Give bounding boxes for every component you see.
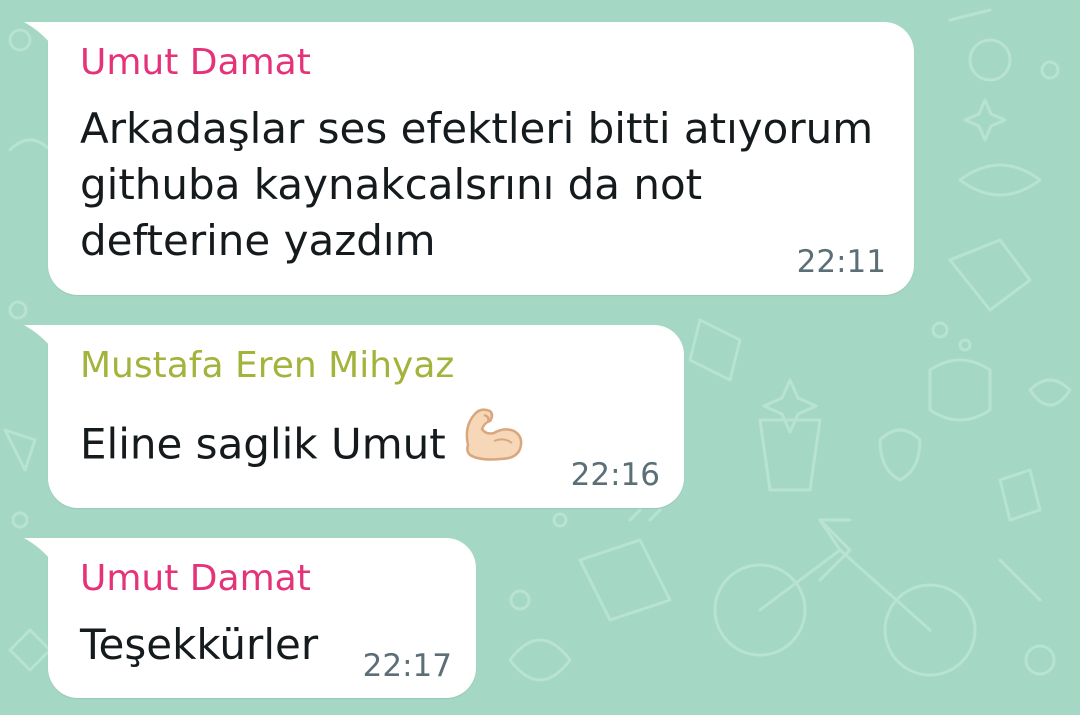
message-timestamp: 22:17	[362, 648, 452, 684]
sender-name[interactable]: Mustafa Eren Mihyaz	[80, 345, 454, 386]
message-text: Eline saglik Umut	[80, 408, 526, 479]
sender-name[interactable]: Umut Damat	[80, 558, 311, 599]
message-text: Teşekkürler	[80, 620, 319, 669]
sender-name[interactable]: Umut Damat	[80, 42, 311, 83]
message-text: Arkadaşlar ses efektleri bitti atıyorum …	[80, 104, 874, 265]
message-text-content: Eline saglik Umut	[80, 419, 446, 469]
message-timestamp: 22:11	[796, 244, 886, 280]
message-timestamp: 22:16	[570, 457, 660, 493]
bubble-tail	[24, 325, 54, 351]
bubble-tail	[24, 22, 54, 48]
message-bubble[interactable]: Mustafa Eren Mihyaz Eline saglik Umut 22…	[24, 325, 684, 508]
flexed-biceps-icon	[460, 405, 526, 479]
message-bubble[interactable]: Umut Damat Arkadaşlar ses efektleri bitt…	[24, 22, 914, 295]
message-bubble[interactable]: Umut Damat Teşekkürler 22:17	[24, 538, 476, 698]
bubble-tail	[24, 538, 54, 564]
